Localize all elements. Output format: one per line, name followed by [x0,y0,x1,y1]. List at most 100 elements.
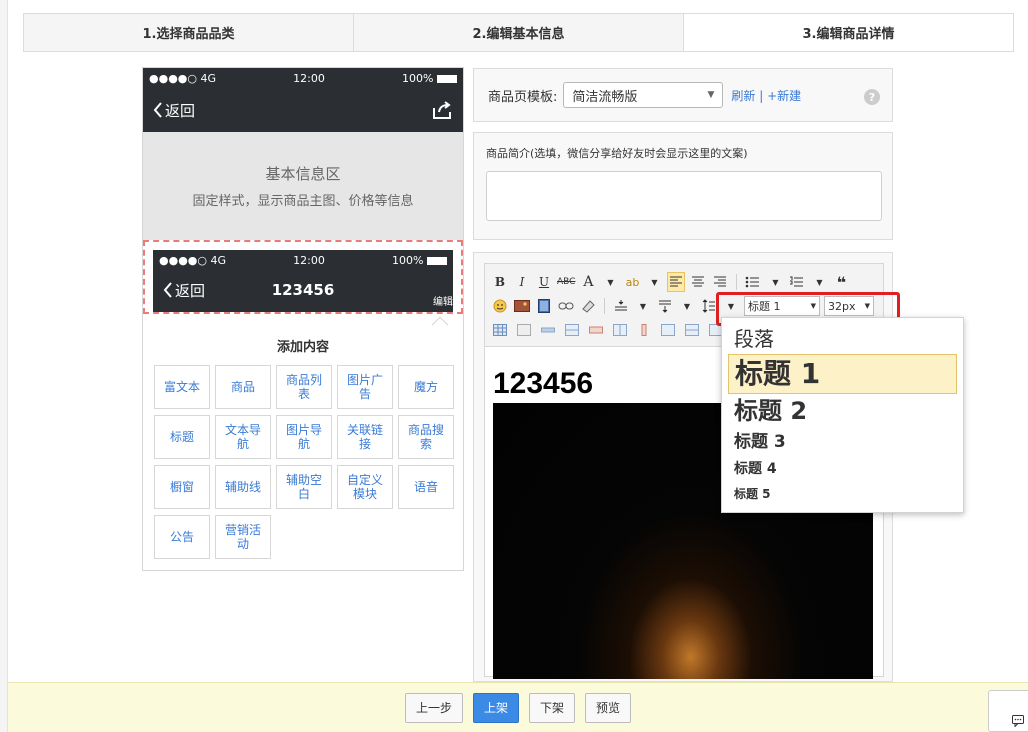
unpublish-button[interactable]: 下架 [529,692,576,723]
step-2[interactable]: 2.编辑基本信息 [354,14,684,51]
font-color-button[interactable]: A [579,272,597,292]
dropdown-arrow-icon[interactable]: ▼ [601,272,619,292]
add-item-button[interactable]: 富文本 [154,365,210,409]
add-content-grid: 富文本 商品 商品列表 图片广告 魔方标题 文本导航 图片导航 关联链接 商品搜索橱窗 辅助线 辅助… [153,365,454,559]
dropdown-arrow-icon[interactable]: ▼ [634,296,652,316]
table-insert-col-icon[interactable] [611,320,629,340]
caret-down-icon: ▼ [707,90,715,100]
add-item-button[interactable]: 辅助空白 [276,465,332,509]
table-insert-icon[interactable] [515,320,533,340]
title-text: 123456 [271,281,335,299]
title-module[interactable]: ●●●●○ 4G 12:00 100% 返回 123456 编辑 [143,240,463,314]
table-merge-icon[interactable] [659,320,677,340]
intro-textarea[interactable] [486,171,882,221]
title-module-preview: ●●●●○ 4G 12:00 100% 返回 123456 编辑 [153,250,453,312]
add-item-button[interactable]: 辅助线 [215,465,271,509]
menu-item-paragraph[interactable]: 段落 [728,324,957,354]
italic-button[interactable]: I [513,272,531,292]
battery-indicator: 100% [402,72,457,85]
heading-dropdown-menu: 段落 标题 1 标题 2 标题 3 标题 4 标题 5 [721,317,964,513]
strikethrough-button[interactable]: ABC [557,272,575,292]
add-item-button[interactable]: 语音 [398,465,454,509]
dropdown-arrow-icon[interactable]: ▼ [678,296,696,316]
table-row-icon[interactable] [539,320,557,340]
table-delete-col-icon[interactable] [635,320,653,340]
back-label: 返回 [165,101,196,120]
underline-button[interactable]: U [535,272,553,292]
link-icon[interactable] [557,296,575,316]
toolbar-separator [604,298,605,314]
chevron-left-icon [153,102,162,118]
add-item-button[interactable]: 文本导航 [215,415,271,459]
text-indent-icon[interactable] [612,296,630,316]
dropdown-arrow-icon[interactable]: ▼ [645,272,663,292]
step-3[interactable]: 3.编辑商品详情 [684,14,1013,51]
add-item-button[interactable]: 营销活动 [215,515,271,559]
table-delete-row-icon[interactable] [587,320,605,340]
edit-link[interactable]: 编辑 [433,293,453,308]
menu-item-heading-1[interactable]: 标题 1 [728,354,957,394]
table-insert-row-icon[interactable] [563,320,581,340]
phone-navbar: 返回 [143,88,463,132]
menu-item-heading-4[interactable]: 标题 4 [728,456,957,482]
add-item-button[interactable]: 魔方 [398,365,454,409]
left-scroll-strip [0,0,8,732]
add-item-button[interactable]: 图片导航 [276,415,332,459]
add-item-button[interactable]: 公告 [154,515,210,559]
dropdown-arrow-icon[interactable]: ▼ [766,272,784,292]
add-item-button[interactable]: 标题 [154,415,210,459]
intro-label: 商品简介(选填，微信分享给好友时会显示这里的文案) [486,147,748,160]
prev-step-button[interactable]: 上一步 [404,692,463,723]
menu-item-heading-3[interactable]: 标题 3 [728,428,957,456]
step-tabs: 1.选择商品品类 2.编辑基本信息 3.编辑商品详情 [23,13,1014,52]
bullet-list-icon[interactable] [744,272,762,292]
share-icon[interactable] [431,100,453,120]
emoji-icon[interactable] [491,296,509,316]
paragraph-spacing-icon[interactable] [656,296,674,316]
align-center-icon[interactable] [689,272,707,292]
template-panel: 商品页模板: 简洁流畅版 ▼ 刷新 | +新建 ? [473,68,893,122]
blockquote-icon[interactable]: ❝ [832,272,850,292]
intro-panel: 商品简介(选填，微信分享给好友时会显示这里的文案) [473,132,893,240]
table-icon[interactable] [491,320,509,340]
add-item-button[interactable]: 关联链接 [337,415,393,459]
numbered-list-icon[interactable] [788,272,806,292]
add-item-button[interactable]: 商品 [215,365,271,409]
menu-item-heading-2[interactable]: 标题 2 [728,394,957,428]
add-item-button[interactable]: 商品搜索 [398,415,454,459]
align-right-icon[interactable] [711,272,729,292]
publish-button[interactable]: 上架 [472,692,519,723]
highlight-color-icon[interactable]: ab [623,272,641,292]
add-item-button[interactable]: 商品列表 [276,365,332,409]
signal-indicator: ●●●●○ 4G [159,253,227,267]
back-button[interactable]: 返回 [153,100,195,121]
chat-widget[interactable] [988,690,1028,732]
add-content-panel: 添加内容 富文本 商品 商品列表 图片广告 魔方 标题 文本导航 图片导航 关联链接 商品搜索 橱窗… [143,326,463,569]
battery-indicator: 100% [392,254,447,267]
phone-statusbar: ●●●●○ 4G 12:00 100% [143,68,463,88]
basic-info-title: 基本信息区 [265,165,341,183]
basic-info-area: 基本信息区 固定样式，显示商品主图、价格等信息 [143,132,463,240]
add-item-button[interactable]: 自定义模块 [337,465,393,509]
video-icon[interactable] [535,296,553,316]
signal-indicator: ●●●●○ 4G [149,71,217,85]
menu-item-heading-5[interactable]: 标题 5 [728,482,957,506]
help-icon[interactable]: ? [864,89,880,105]
image-icon[interactable] [513,296,531,316]
table-split-icon[interactable] [683,320,701,340]
eraser-icon[interactable] [579,296,597,316]
status-time: 12:00 [293,71,325,85]
template-label: 商品页模板: [488,89,558,105]
chat-icon [1012,715,1024,727]
bold-button[interactable]: B [491,272,509,292]
add-item-button[interactable]: 图片广告 [337,365,393,409]
new-template-link[interactable]: +新建 [767,89,801,103]
step-1[interactable]: 1.选择商品品类 [24,14,354,51]
add-item-button[interactable]: 橱窗 [154,465,210,509]
refresh-link[interactable]: 刷新 [731,89,755,103]
template-select[interactable]: 简洁流畅版 ▼ [563,82,724,108]
align-left-icon[interactable] [667,272,686,292]
action-bar: 上一步 上架 下架 预览 [8,682,1028,732]
dropdown-arrow-icon[interactable]: ▼ [810,272,828,292]
preview-button[interactable]: 预览 [585,692,632,723]
